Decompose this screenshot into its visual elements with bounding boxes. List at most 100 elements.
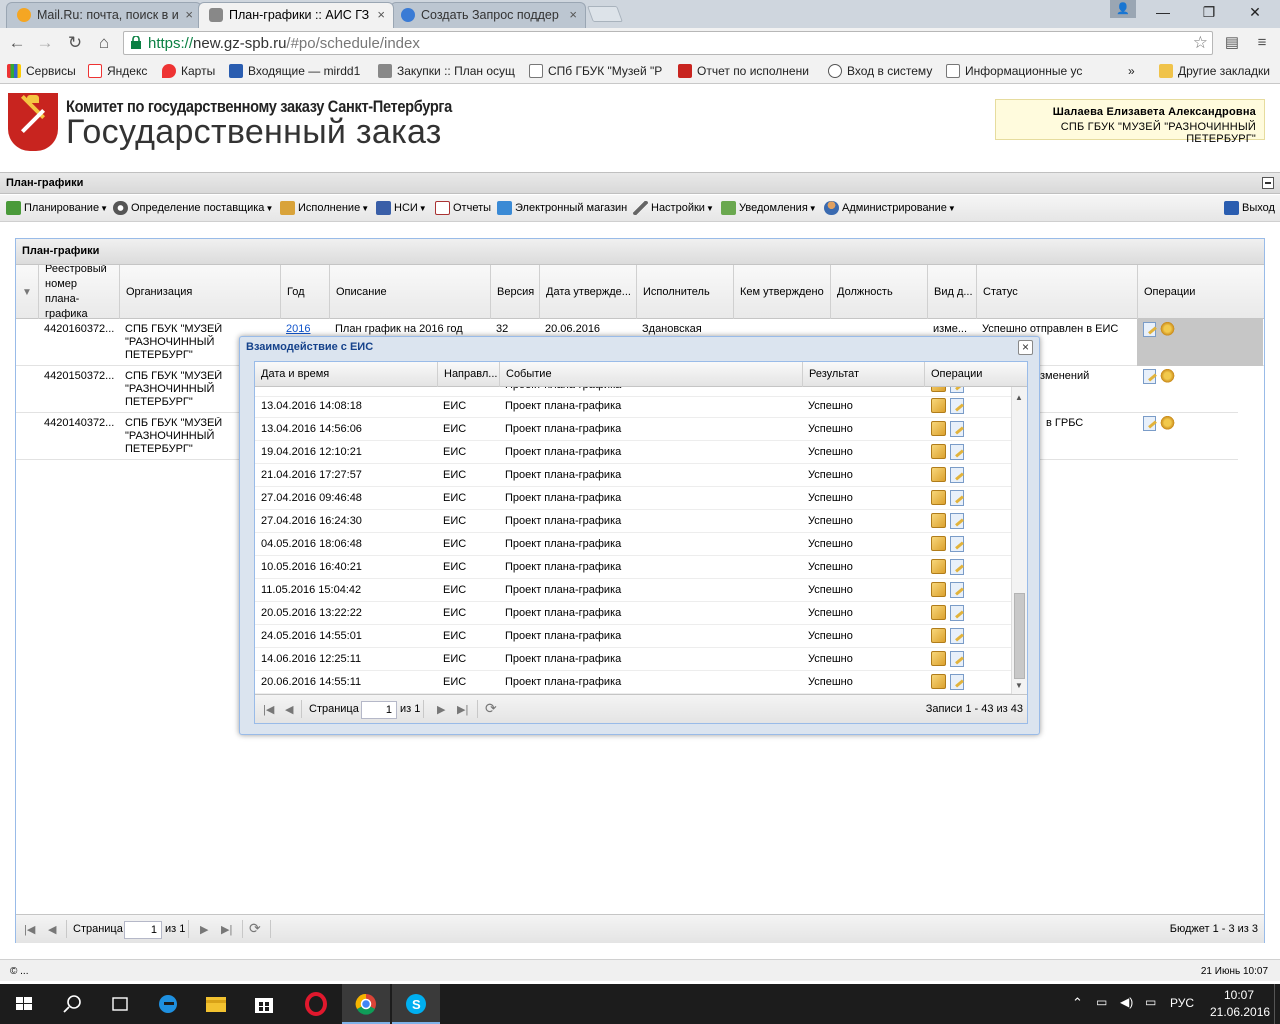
package-icon[interactable] [931,398,946,413]
col-version[interactable]: Версия [490,265,539,319]
bookmark-report[interactable]: Отчет по исполнени [678,63,816,79]
browser-tab-support[interactable]: Создать Запрос поддер × [390,2,586,28]
bookmark-services[interactable]: Сервисы [7,63,76,79]
bookmark-inbox[interactable]: Входящие — mirdd1 [229,63,367,79]
prev-page-icon[interactable]: ◀ [285,703,293,716]
vertical-scrollbar[interactable]: ▲ ▼ [1011,387,1027,694]
menu-execution[interactable]: Исполнение▼ [280,201,369,215]
document-icon[interactable] [950,605,964,621]
volume-icon[interactable]: ◀) [1120,995,1133,1009]
back-icon[interactable]: ← [5,32,29,54]
clock-time[interactable]: 10:07 [1224,988,1254,1002]
close-window-icon[interactable]: ✕ [1232,0,1278,24]
refresh-icon[interactable]: ⟳ [249,920,261,937]
document-icon[interactable] [950,674,964,690]
menu-planning[interactable]: Планирование▼ [6,201,108,215]
bookmark-star-icon[interactable]: ☆ [1193,33,1208,53]
col-result[interactable]: Результат [802,362,924,387]
close-tab-icon[interactable]: × [569,3,577,27]
scrollbar-thumb[interactable] [1014,593,1025,679]
clock-date[interactable]: 21.06.2016 [1210,1005,1270,1019]
logout-button[interactable]: Выход [1224,201,1275,215]
package-icon[interactable] [931,421,946,436]
menu-e-shop[interactable]: Электронный магазин [497,201,627,215]
filter-icon[interactable]: ▼ [16,265,38,319]
eis-emblem-icon[interactable] [1160,416,1175,431]
bookmark-login[interactable]: Вход в систему [828,63,938,79]
scroll-up-icon[interactable]: ▲ [1015,393,1023,402]
table-row[interactable]: 24.05.2016 14:55:01 ЕИС Проект плана-графи… [255,625,1011,648]
document-icon[interactable] [950,398,964,414]
page-input[interactable]: 1 [124,921,162,939]
document-icon[interactable] [950,536,964,552]
last-page-icon[interactable]: ▶| [221,923,232,936]
table-row[interactable]: 20.06.2016 14:55:11 ЕИС Проект плана-графи… [255,671,1011,694]
extension-icon[interactable]: ▤ [1220,32,1244,54]
new-tab-button[interactable] [587,6,623,22]
col-executor[interactable]: Исполнитель [636,265,733,319]
edit-document-icon[interactable] [1143,369,1156,384]
menu-administration[interactable]: Администрирование▼ [824,201,956,215]
package-icon[interactable] [931,628,946,643]
reload-icon[interactable]: ↻ [63,32,87,54]
tray-chevron-icon[interactable]: ⌃ [1072,995,1083,1011]
package-icon[interactable] [931,387,946,392]
refresh-icon[interactable]: ⟳ [485,700,497,717]
menu-supplier[interactable]: Определение поставщика▼ [113,201,273,215]
table-row[interactable]: 13.04.2016 14:56:06 ЕИС Проект плана-графи… [255,418,1011,441]
close-tab-icon[interactable]: × [185,3,193,27]
package-icon[interactable] [931,513,946,528]
document-icon[interactable] [950,513,964,529]
menu-settings[interactable]: Настройки▼ [633,201,714,215]
col-direction[interactable]: Направл... [437,362,499,387]
document-icon[interactable] [950,628,964,644]
profile-icon[interactable]: 👤 [1110,0,1136,18]
menu-icon[interactable]: ≡ [1250,32,1274,54]
search-icon[interactable] [48,984,96,1024]
table-row[interactable]: 19.04.2016 12:10:21 ЕИС Проект плана-графи… [255,441,1011,464]
close-icon[interactable]: × [1018,340,1033,355]
table-row[interactable]: 20.05.2016 13:22:22 ЕИС Проект плана-графи… [255,602,1011,625]
document-icon[interactable] [950,582,964,598]
address-bar[interactable]: https://new.gz-spb.ru/#po/schedule/index… [123,31,1213,55]
browser-tab-mailru[interactable]: Mail.Ru: почта, поиск в и × [6,2,202,28]
skype-icon[interactable]: S [392,984,440,1024]
document-icon[interactable] [950,651,964,667]
document-icon[interactable] [950,444,964,460]
package-icon[interactable] [931,651,946,666]
page-input[interactable]: 1 [361,701,397,719]
bookmark-yandex[interactable]: Яндекс [88,63,147,79]
cell-year[interactable]: 2016 [286,323,326,336]
close-tab-icon[interactable]: × [377,3,385,27]
table-row[interactable]: 04.05.2016 18:06:48 ЕИС Проект плана-графи… [255,533,1011,556]
start-button[interactable] [0,984,48,1024]
col-organization[interactable]: Организация [119,265,280,319]
table-row[interactable]: 21.04.2016 17:27:57 ЕИС Проект плана-графи… [255,464,1011,487]
document-icon[interactable] [950,387,964,393]
bookmark-museum[interactable]: СПб ГБУК "Музей "Р [529,63,667,79]
col-approved-by[interactable]: Кем утверждено [733,265,830,319]
file-explorer-icon[interactable] [192,984,240,1024]
document-icon[interactable] [950,490,964,506]
col-description[interactable]: Описание [329,265,490,319]
package-icon[interactable] [931,490,946,505]
edit-document-icon[interactable] [1143,322,1156,337]
package-icon[interactable] [931,674,946,689]
package-icon[interactable] [931,536,946,551]
table-row[interactable]: 11.05.2016 15:04:42 ЕИС Проект плана-графи… [255,579,1011,602]
eis-emblem-icon[interactable] [1160,322,1175,337]
bookmark-other[interactable]: Другие закладки [1159,63,1270,79]
menu-reports[interactable]: Отчеты [435,201,491,215]
eis-emblem-icon[interactable] [1160,369,1175,384]
home-icon[interactable]: ⌂ [92,32,116,54]
edge-icon[interactable] [144,984,192,1024]
browser-tab-schedule[interactable]: План-графики :: АИС ГЗ × [198,2,394,28]
menu-nsi[interactable]: НСИ▼ [376,201,427,215]
notifications-icon[interactable]: ▭ [1145,995,1156,1009]
bookmarks-more[interactable]: » [1128,63,1135,79]
col-event[interactable]: Событие [499,362,802,387]
menu-notifications[interactable]: Уведомления▼ [721,201,817,215]
col-kind[interactable]: Вид д... [927,265,976,319]
package-icon[interactable] [931,444,946,459]
bookmark-zakupki[interactable]: Закупки :: План осущ [378,63,516,79]
